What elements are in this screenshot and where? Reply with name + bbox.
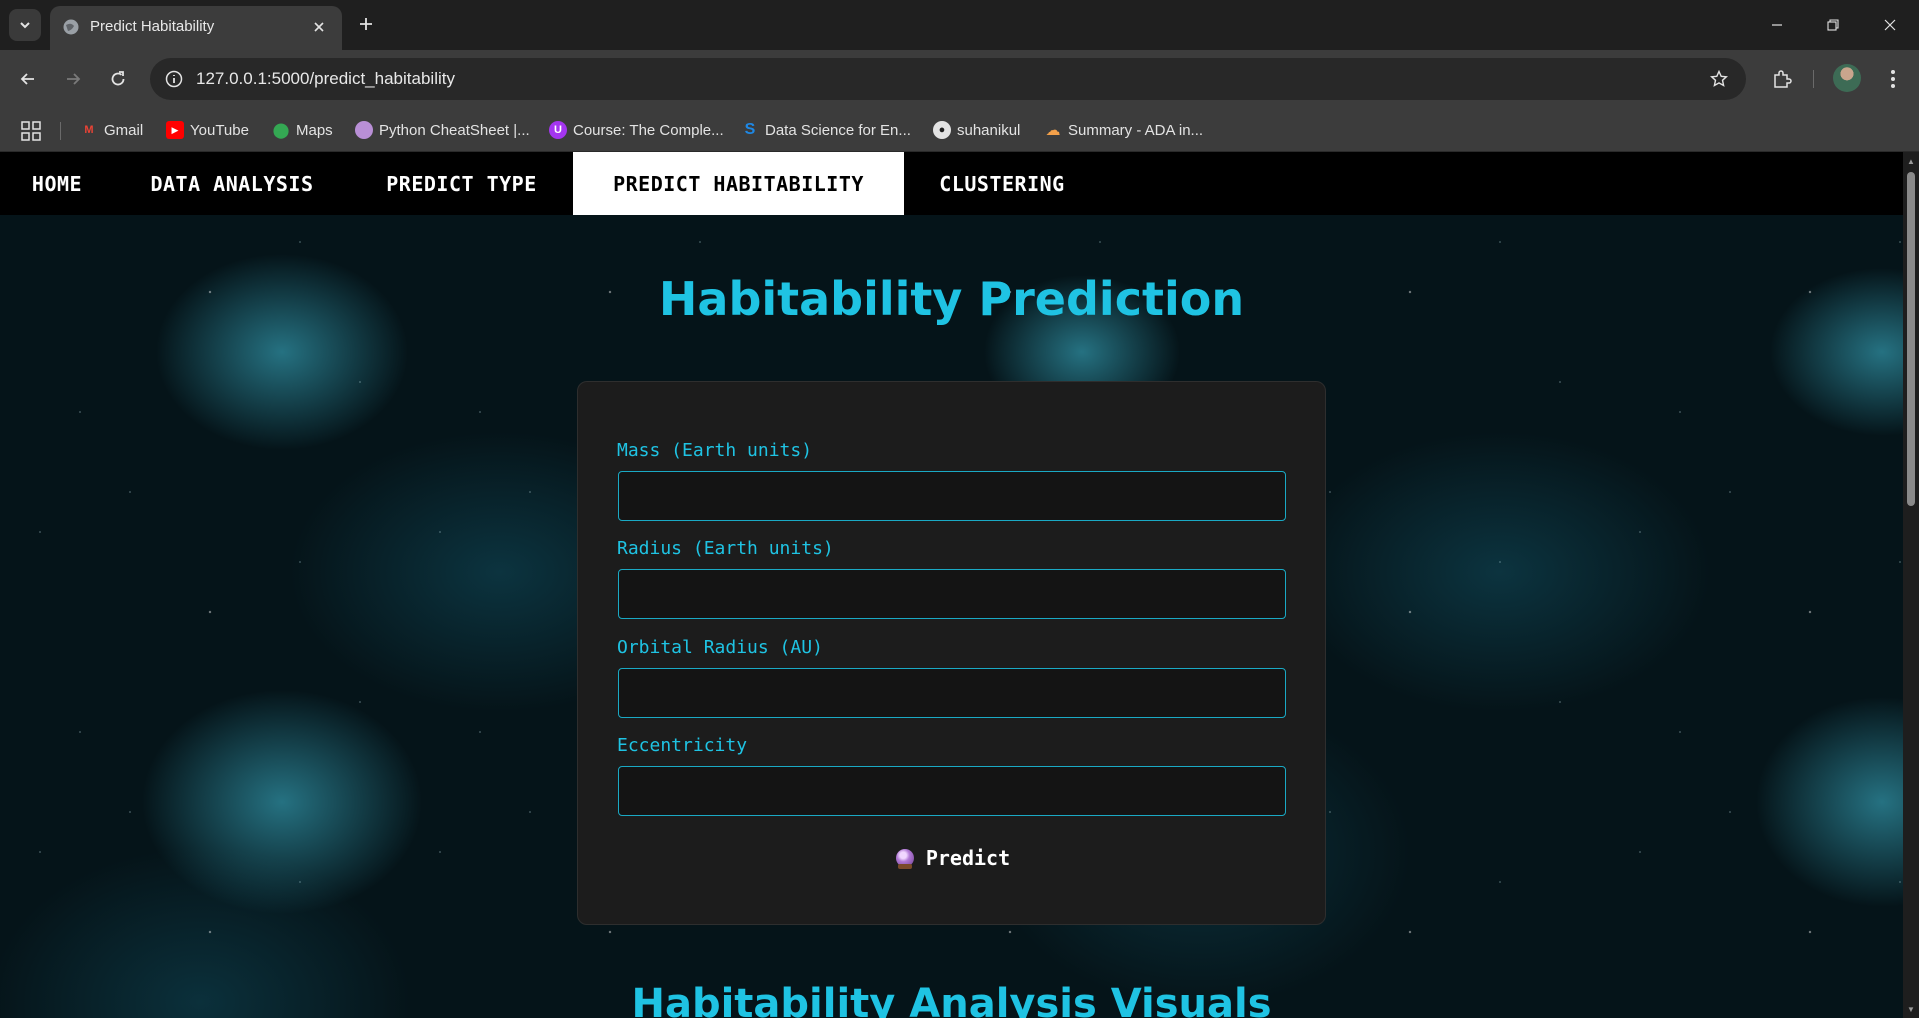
bookmark-label: Maps (296, 121, 333, 139)
python-cheatsheet-icon (355, 121, 373, 139)
bookmark-label: Python CheatSheet |... (379, 121, 530, 139)
bookmark-data-science[interactable]: S Data Science for En... (741, 119, 911, 141)
bookmark-python-cheatsheet[interactable]: Python CheatSheet |... (355, 119, 530, 141)
page-viewport: HOME DATA ANALYSIS PREDICT TYPE PREDICT … (0, 152, 1903, 1018)
visuals-section-title: Habitability Analysis Visuals (631, 981, 1272, 1018)
maps-icon: ⬤ (272, 122, 290, 139)
arrow-left-icon (20, 73, 34, 85)
page-title: Habitability Prediction (658, 272, 1245, 326)
predict-button[interactable]: Predict (888, 842, 1018, 874)
bookmark-youtube[interactable]: ▶ YouTube (166, 119, 249, 141)
more-vertical-icon (1891, 70, 1895, 88)
minimize-button[interactable] (1757, 8, 1797, 42)
nav-data-analysis[interactable]: DATA ANALYSIS (114, 152, 350, 215)
new-tab-button[interactable] (352, 10, 380, 38)
bookmark-label: suhanikul (957, 121, 1021, 139)
nav-home[interactable]: HOME (0, 152, 114, 215)
info-icon (165, 70, 183, 88)
forward-button[interactable] (58, 64, 88, 94)
data-science-icon: S (744, 121, 756, 138)
bookmark-summary[interactable]: ☁ Summary - ADA in... (1044, 119, 1204, 141)
bookmark-course[interactable]: U Course: The Comple... (549, 119, 724, 141)
radius-label: Radius (Earth units) (617, 538, 834, 559)
reload-button[interactable] (103, 64, 133, 94)
puzzle-icon (1774, 70, 1792, 88)
habitability-form: Mass (Earth units) Radius (Earth units) … (577, 381, 1326, 925)
orbital-radius-label: Orbital Radius (AU) (617, 637, 823, 658)
restore-button[interactable] (1813, 8, 1853, 42)
browser-titlebar: Predict Habitability (0, 0, 1919, 50)
bookmarks-bar: M Gmail ▶ YouTube ⬤ Maps Python CheatShe… (0, 108, 1919, 152)
chevron-down-icon (20, 22, 30, 29)
eccentricity-label: Eccentricity (617, 735, 748, 756)
crystal-ball-icon (895, 849, 914, 869)
bookmark-label: Data Science for En... (765, 121, 911, 139)
tab-search-button[interactable] (9, 9, 41, 41)
bookmarks-separator (60, 122, 61, 140)
page-scrollbar[interactable]: ▲ ▼ (1903, 152, 1919, 1018)
browser-menu-button[interactable] (1878, 64, 1908, 94)
bookmark-label: Course: The Comple... (573, 121, 724, 139)
url-text: 127.0.0.1:5000/predict_habitability (196, 69, 455, 88)
profile-avatar[interactable] (1833, 64, 1861, 92)
close-icon (1884, 19, 1896, 31)
youtube-icon: ▶ (166, 121, 184, 139)
toolbar-divider (1813, 70, 1814, 88)
star-icon (1710, 70, 1728, 87)
extensions-button[interactable] (1767, 64, 1797, 94)
plus-icon (360, 18, 372, 30)
bookmark-label: Gmail (104, 121, 144, 139)
orbital-radius-input[interactable] (618, 668, 1286, 718)
eccentricity-input[interactable] (618, 766, 1286, 816)
radius-input[interactable] (618, 569, 1286, 619)
site-navbar: HOME DATA ANALYSIS PREDICT TYPE PREDICT … (0, 152, 1903, 215)
close-icon (314, 22, 324, 32)
browser-tab[interactable]: Predict Habitability (50, 6, 342, 50)
scroll-down-arrow-icon[interactable]: ▼ (1906, 1004, 1916, 1014)
bookmark-gmail[interactable]: M Gmail (80, 119, 143, 141)
gmail-icon: M (84, 124, 94, 136)
scrollbar-thumb[interactable] (1907, 172, 1915, 506)
reload-icon (111, 71, 125, 86)
tab-close-button[interactable] (308, 16, 330, 38)
restore-icon (1827, 19, 1839, 31)
mass-input[interactable] (618, 471, 1286, 521)
udemy-icon: U (549, 121, 567, 139)
apps-grid-icon[interactable] (20, 120, 42, 142)
arrow-right-icon (67, 73, 81, 85)
github-icon: ● (933, 121, 951, 139)
nav-clustering[interactable]: CLUSTERING (904, 152, 1100, 215)
minimize-icon (1772, 24, 1782, 26)
bookmark-github[interactable]: ● suhanikul (933, 119, 1020, 141)
nav-predict-type[interactable]: PREDICT TYPE (350, 152, 573, 215)
address-bar[interactable]: 127.0.0.1:5000/predict_habitability (150, 58, 1746, 100)
bookmark-label: Summary - ADA in... (1068, 121, 1204, 139)
site-info-button[interactable] (160, 65, 188, 93)
back-button[interactable] (13, 64, 43, 94)
predict-button-label: Predict (925, 846, 1011, 870)
bookmark-label: YouTube (190, 121, 249, 139)
tab-title: Predict Habitability (90, 18, 215, 35)
browser-toolbar: 127.0.0.1:5000/predict_habitability (0, 50, 1919, 108)
nav-predict-habitability[interactable]: PREDICT HABITABILITY (573, 152, 904, 215)
scroll-up-arrow-icon[interactable]: ▲ (1906, 156, 1916, 166)
close-window-button[interactable] (1870, 8, 1910, 42)
summary-icon: ☁ (1045, 122, 1061, 139)
bookmark-star-button[interactable] (1706, 66, 1732, 92)
mass-label: Mass (Earth units) (617, 440, 813, 461)
globe-icon (63, 19, 79, 35)
bookmark-maps[interactable]: ⬤ Maps (272, 119, 333, 141)
